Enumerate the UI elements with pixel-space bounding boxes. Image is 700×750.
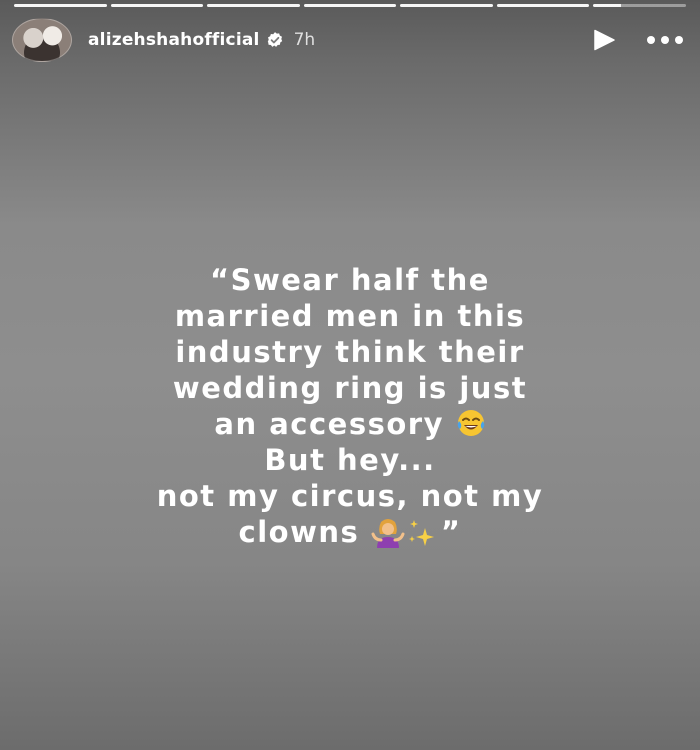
caption-text: clowns — [238, 515, 360, 549]
post-time: 7h — [293, 30, 316, 50]
caption-line: wedding ring is just — [172, 371, 528, 405]
story-header: alizehshahofficial 7h — [12, 18, 688, 62]
progress-segment — [496, 4, 590, 7]
sparkles-emoji — [408, 520, 434, 546]
caption-line: not my circus, not my — [156, 479, 544, 513]
caption-line: married men in this — [174, 299, 526, 333]
verified-badge-icon — [267, 32, 282, 47]
progress-segment — [303, 4, 397, 7]
story-progress-bar — [14, 4, 687, 7]
progress-segment-current — [593, 4, 687, 7]
caption-line: “Swear half the — [210, 263, 490, 297]
profile-avatar[interactable] — [12, 18, 72, 62]
face-with-tears-of-joy-emoji — [457, 410, 484, 436]
more-options-icon[interactable] — [646, 35, 684, 45]
caption-line-with-emoji: clowns ” — [40, 514, 660, 550]
woman-shrugging-emoji — [371, 519, 405, 548]
progress-segment — [14, 4, 107, 7]
progress-segment — [110, 4, 204, 7]
play-icon[interactable] — [592, 29, 616, 51]
caption-line: industry think their — [175, 335, 525, 369]
closing-quote: ” — [440, 515, 462, 549]
username[interactable]: alizehshahofficial — [88, 30, 260, 50]
caption-line-with-emoji: an accessory — [40, 406, 660, 442]
progress-segment — [400, 4, 493, 7]
progress-segment — [207, 4, 300, 7]
caption-line: But hey... — [264, 443, 436, 477]
story-caption: “Swear half the married men in this indu… — [40, 262, 660, 550]
story-viewer[interactable]: alizehshahofficial 7h “Swear half the ma… — [0, 0, 700, 750]
caption-text: an accessory — [214, 407, 444, 441]
